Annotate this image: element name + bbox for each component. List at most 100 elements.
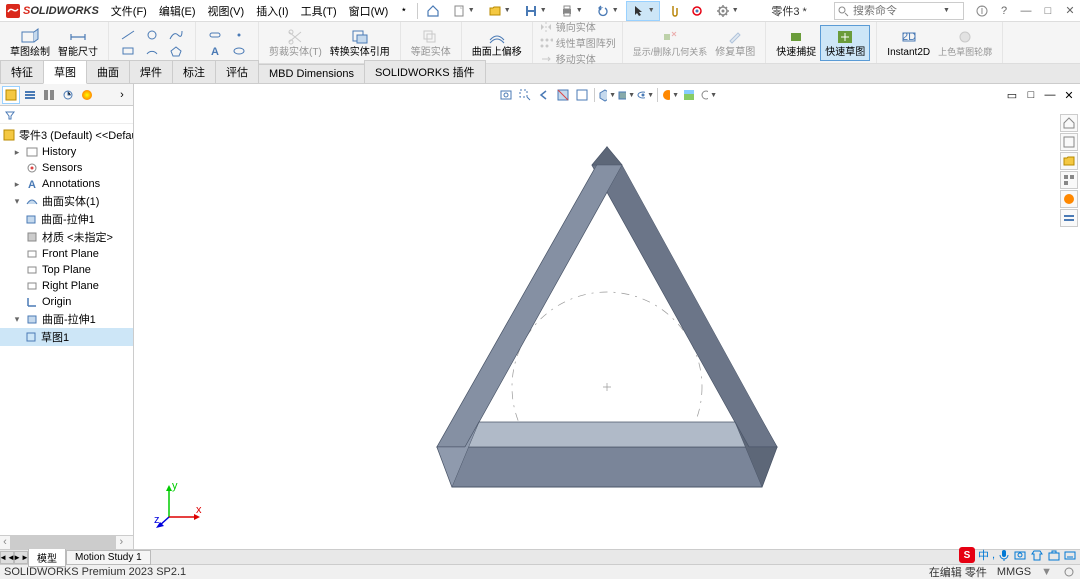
select-icon[interactable]: ▼ — [626, 1, 660, 21]
tree-right-plane[interactable]: Right Plane — [0, 278, 133, 294]
open-doc-icon[interactable]: ▼ — [482, 1, 516, 21]
bottom-tab-motion[interactable]: Motion Study 1 — [66, 550, 151, 565]
surface-offset-button[interactable]: 曲面上偏移 — [468, 26, 526, 60]
smart-dimension-button[interactable]: 智能尺寸 — [54, 26, 102, 60]
display-manager-tab[interactable] — [78, 86, 96, 104]
line-tool[interactable] — [117, 28, 139, 42]
undo-icon[interactable]: ▼ — [590, 1, 624, 21]
vp-close-icon[interactable]: ✕ — [1060, 86, 1078, 104]
polygon-tool[interactable] — [165, 44, 187, 58]
help-icon[interactable]: i — [972, 2, 992, 20]
arc-tool[interactable] — [141, 44, 163, 58]
hide-show-icon[interactable]: ▼ — [636, 86, 654, 104]
ime-keyboard-icon[interactable] — [1064, 548, 1076, 562]
dimxpert-tab[interactable] — [59, 86, 77, 104]
menu-view[interactable]: 视图(V) — [202, 0, 251, 22]
quick-snap-button[interactable]: 快速捕捉 — [772, 26, 820, 60]
slot-tool[interactable] — [204, 28, 226, 42]
circle-tool[interactable] — [141, 28, 163, 42]
tree-origin[interactable]: Origin — [0, 294, 133, 310]
tree-sensors[interactable]: Sensors — [0, 160, 133, 176]
shaded-contour-button[interactable]: 上色草图轮廓 — [934, 26, 996, 60]
rapid-sketch-button[interactable]: 快速草图 — [820, 25, 870, 61]
filter-bar[interactable] — [0, 106, 133, 124]
new-doc-icon[interactable]: ▼ — [446, 1, 480, 21]
print-icon[interactable]: ▼ — [554, 1, 588, 21]
repair-sketch-button[interactable]: 修复草图 — [711, 26, 759, 60]
tab-sketch[interactable]: 草图 — [43, 60, 87, 84]
tab-annotate[interactable]: 标注 — [172, 60, 216, 83]
spline-tool[interactable] — [165, 28, 187, 42]
close-button[interactable]: ✕ — [1060, 2, 1080, 20]
rect-tool[interactable] — [117, 44, 139, 58]
tree-root[interactable]: 零件3 (Default) <<Default>_ — [0, 126, 133, 144]
minimize-button[interactable]: — — [1016, 2, 1036, 20]
bottom-tab-next[interactable]: ►► — [14, 551, 28, 564]
appearances-icon[interactable] — [1060, 190, 1078, 208]
section-view-icon[interactable] — [554, 86, 572, 104]
edit-appearance-icon[interactable]: ▼ — [661, 86, 679, 104]
sogou-icon[interactable]: S — [959, 547, 975, 563]
vp-max-icon[interactable]: □ — [1022, 86, 1040, 104]
bottom-tab-model[interactable]: 模型 — [28, 548, 66, 567]
ime-mic-icon[interactable] — [998, 548, 1010, 562]
tree-scrollbar[interactable]: ‹ › — [0, 535, 133, 549]
display-style-icon[interactable]: ▼ — [617, 86, 635, 104]
view-orient-icon[interactable]: ▼ — [598, 86, 616, 104]
tab-mbd[interactable]: MBD Dimensions — [258, 64, 365, 83]
linear-pattern-row[interactable]: 线性草图阵列 — [539, 35, 616, 50]
status-custom-icon[interactable] — [1062, 566, 1076, 578]
tree-annotations[interactable]: ▸A Annotations — [0, 176, 133, 192]
file-explorer-icon[interactable] — [1060, 152, 1078, 170]
menu-insert[interactable]: 插入(I) — [250, 0, 294, 22]
point-tool[interactable] — [228, 28, 250, 42]
tree-sketch1[interactable]: 草图1 — [0, 328, 133, 346]
tree-top-plane[interactable]: Top Plane — [0, 262, 133, 278]
status-units[interactable]: MMGS — [997, 566, 1031, 578]
tree-surface-bodies[interactable]: ▾ 曲面实体(1) — [0, 192, 133, 210]
dynamic-annot-icon[interactable] — [573, 86, 591, 104]
menu-edit[interactable]: 编辑(E) — [153, 0, 202, 22]
ime-bar[interactable]: S 中 , — [959, 547, 1076, 563]
move-entities-row[interactable]: 移动实体 — [539, 51, 616, 66]
trim-entities-button[interactable]: 剪裁实体(T) — [265, 26, 326, 60]
ellipse-tool[interactable] — [228, 44, 250, 58]
search-input[interactable] — [851, 5, 941, 17]
zoom-area-icon[interactable] — [516, 86, 534, 104]
save-icon[interactable]: ▼ — [518, 1, 552, 21]
tab-feature[interactable]: 特征 — [0, 60, 44, 83]
convert-entities-button[interactable]: 转换实体引用 — [326, 26, 394, 60]
vp-restore-icon[interactable]: — — [1041, 86, 1059, 104]
ime-skin-icon[interactable] — [1030, 548, 1044, 562]
view-palette-icon[interactable] — [1060, 171, 1078, 189]
prev-view-icon[interactable] — [535, 86, 553, 104]
rebuild-icon[interactable] — [686, 1, 708, 21]
graphics-viewport[interactable]: ▼ ▼ ▼ ▼ ▼ ▭ □ — ✕ — [134, 84, 1080, 549]
tab-evaluate[interactable]: 评估 — [215, 60, 259, 83]
ime-toolbox-icon[interactable] — [1047, 548, 1061, 562]
menu-file[interactable]: 文件(F) — [105, 0, 153, 22]
property-manager-tab[interactable] — [21, 86, 39, 104]
sw-resources-icon[interactable] — [1060, 114, 1078, 132]
options-icon[interactable]: ▼ — [710, 1, 744, 21]
view-settings-icon[interactable]: ▼ — [699, 86, 717, 104]
maximize-button[interactable]: □ — [1038, 2, 1058, 20]
design-library-icon[interactable] — [1060, 133, 1078, 151]
tab-surface[interactable]: 曲面 — [86, 60, 130, 83]
menu-more[interactable]: ⋆ — [394, 0, 413, 22]
search-box[interactable]: ▼ — [834, 2, 964, 20]
tab-plugins[interactable]: SOLIDWORKS 插件 — [364, 60, 486, 83]
offset-entities-button[interactable]: 等距实体 — [407, 26, 455, 60]
bottom-tab-prev[interactable]: ◄◄ — [0, 551, 14, 564]
sketch-button[interactable]: 草图绘制 — [6, 26, 54, 60]
feature-manager-tab[interactable] — [2, 86, 20, 104]
tree-front-plane[interactable]: Front Plane — [0, 246, 133, 262]
menu-window[interactable]: 窗口(W) — [343, 0, 395, 22]
tree-history[interactable]: ▸ History — [0, 144, 133, 160]
tree-material[interactable]: 材质 <未指定> — [0, 228, 133, 246]
tree-expand-icon[interactable]: › — [113, 86, 131, 104]
vp-min-icon[interactable]: ▭ — [1003, 86, 1021, 104]
whatsthis-icon[interactable]: ? — [994, 2, 1014, 20]
zoom-fit-icon[interactable] — [497, 86, 515, 104]
attach-icon[interactable] — [662, 1, 684, 21]
